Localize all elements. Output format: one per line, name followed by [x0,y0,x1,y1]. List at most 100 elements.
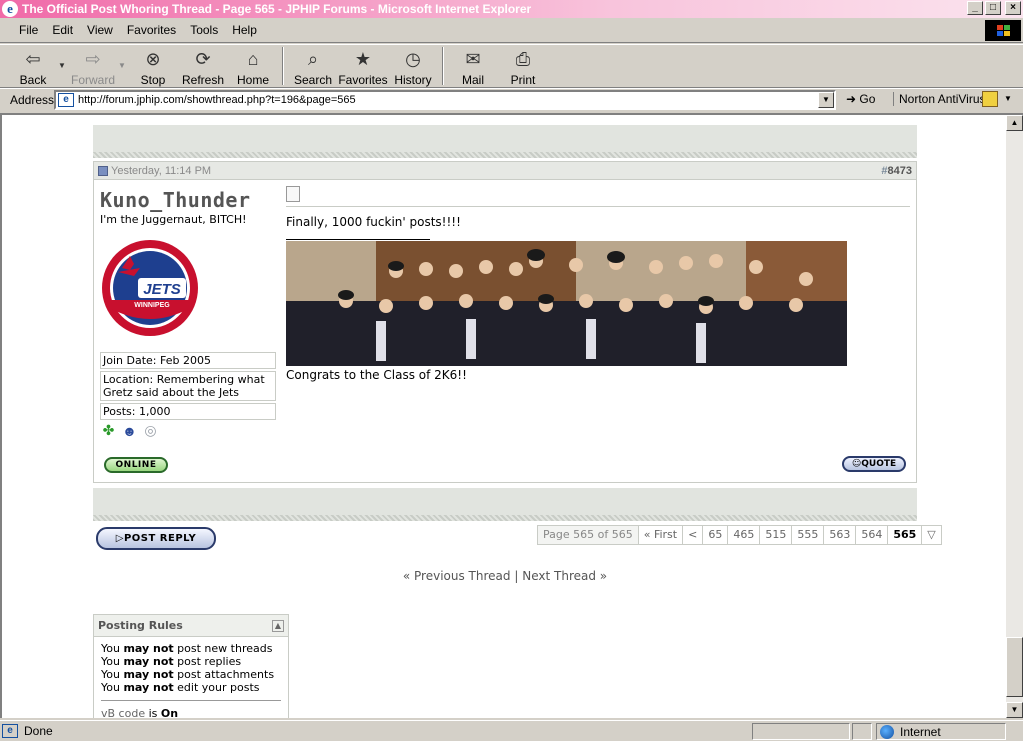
post-count: Posts: 1,000 [100,403,276,420]
printer-icon: ⎙ [515,48,531,69]
posting-rule: You may not edit your posts [101,681,260,694]
thread-navigation: « Previous Thread | Next Thread » [2,569,1006,583]
page-menu-dropdown-icon[interactable]: ▽ [922,526,940,544]
address-dropdown-icon[interactable]: ▼ [818,92,834,108]
clover-icon: ✤ [102,422,115,438]
reply-arrow-icon: ▷ [115,533,124,544]
history-button[interactable]: ◷ History [388,45,438,88]
menu-edit[interactable]: Edit [45,23,80,37]
forward-button[interactable]: ⇨ Forward [68,45,118,88]
page-first-link[interactable]: « First [639,526,684,544]
menu-help[interactable]: Help [225,23,264,37]
post-date: Yesterday, 11:14 PM [111,164,212,177]
posting-rules-box: Posting Rules ▲ You may not post new thr… [93,614,289,718]
page-link[interactable]: 65 [703,526,729,544]
user-title: I'm the Juggernaut, BITCH! [100,213,247,226]
page-link[interactable]: 555 [792,526,825,544]
back-button[interactable]: ⇦ Back [8,45,58,88]
zone-label: Internet [900,724,941,739]
group-photo-graphic [286,241,847,366]
post-status-icon [98,165,108,176]
address-input[interactable]: e http://forum.jphip.com/showthread.php?… [54,90,836,110]
address-bar: Address e http://forum.jphip.com/showthr… [0,88,1023,110]
signature-divider [286,239,430,240]
forward-dropdown-icon[interactable]: ▼ [118,45,128,70]
posting-rule: You may not post new threads [101,642,273,655]
scrollbar-thumb[interactable] [1006,637,1023,697]
norton-antivirus-label[interactable]: Norton AntiVirus [893,92,986,106]
window-title: The Official Post Whoring Thread - Page … [22,2,532,16]
page-link[interactable]: 563 [824,526,857,544]
post-message: Finally, 1000 fuckin' posts!!!! [286,215,461,229]
forum-post: Yesterday, 11:14 PM #8473 Kuno_Thunder I… [93,161,917,483]
maximize-button[interactable]: □ [985,1,1001,15]
post-reply-button[interactable]: ▷POST REPLY [96,527,216,550]
menu-view[interactable]: View [80,23,120,37]
thread-nav-separator: | [514,569,519,583]
status-bar: e Done Internet [0,720,1023,741]
quote-icon: ☺ [851,459,862,469]
stop-icon: ⊗ [145,48,161,69]
status-text: Done [24,724,53,738]
vertical-scrollbar[interactable]: ▲ ▼ [1006,113,1023,718]
page-content[interactable]: Yesterday, 11:14 PM #8473 Kuno_Thunder I… [0,113,1006,718]
menu-tools[interactable]: Tools [183,23,225,37]
post-body: Finally, 1000 fuckin' posts!!!! Congrats… [286,186,910,382]
favorites-button[interactable]: ★ Favorites [338,45,388,88]
reputation-icon: ◎ [144,422,157,438]
mail-icon: ✉ [465,48,481,69]
norton-dropdown-icon[interactable]: ▼ [1004,94,1012,103]
user-icons: ✤ ☻ ◎ [100,422,159,439]
previous-thread-link[interactable]: « Previous Thread [403,569,511,583]
refresh-button[interactable]: ⟳ Refresh [178,45,228,88]
toolbar-separator [282,47,284,85]
collapse-icon[interactable]: ▲ [272,619,284,632]
toolbar: ⇦ Back ▼ ⇨ Forward ▼ ⊗ Stop ⟳ Refresh ⌂ … [0,44,1023,88]
page-link[interactable]: 564 [856,526,889,544]
back-arrow-icon: ⇦ [25,48,41,69]
page-navigation: Page 565 of 565 « First < 65 465 515 555… [537,525,942,545]
status-pane [752,723,850,740]
go-arrow-icon: ➜ [846,92,860,106]
search-button[interactable]: ⌕ Search [288,45,338,88]
vb-code-status: vB code is On [101,707,179,718]
username[interactable]: Kuno_Thunder [100,188,276,212]
menu-favorites[interactable]: Favorites [120,23,183,37]
page-count-label: Page 565 of 565 [538,526,639,544]
page-link[interactable]: 515 [760,526,793,544]
norton-icon[interactable] [982,91,998,107]
back-dropdown-icon[interactable]: ▼ [58,45,68,70]
window-controls: _ □ × [967,1,1021,15]
mail-button[interactable]: ✉ Mail [448,45,498,88]
ie-icon: e [2,1,18,17]
posting-rules-divider [101,700,281,701]
toolbar-separator [442,47,444,85]
page-icon: e [58,93,74,107]
post-header: Yesterday, 11:14 PM #8473 [94,162,916,180]
go-button[interactable]: ➜ Go [846,92,875,106]
stop-button[interactable]: ⊗ Stop [128,45,178,88]
search-icon: ⌕ [307,48,319,69]
next-thread-link[interactable]: Next Thread » [522,569,607,583]
minimize-button[interactable]: _ [967,1,983,15]
vb-code-link[interactable]: vB code [101,707,145,718]
page-link[interactable]: 465 [728,526,761,544]
internet-globe-icon [880,724,894,739]
history-icon: ◷ [405,48,421,69]
page-prev-link[interactable]: < [683,526,704,544]
posting-rules-list: You may not post new threads You may not… [94,637,288,694]
page-current: 565 [888,526,923,544]
address-url[interactable]: http://forum.jphip.com/showthread.php?t=… [78,94,356,106]
post-number[interactable]: #8473 [881,165,912,177]
quote-button[interactable]: ☺QUOTE [842,456,906,472]
close-button[interactable]: × [1005,1,1021,15]
home-button[interactable]: ⌂ Home [228,45,278,88]
user-info: Kuno_Thunder I'm the Juggernaut, BITCH! … [100,188,276,439]
title-bar: e The Official Post Whoring Thread - Pag… [0,0,1023,18]
posting-rule: You may not post replies [101,655,242,668]
menu-file[interactable]: File [12,23,45,37]
forward-arrow-icon: ⇨ [85,48,101,69]
scroll-up-icon[interactable]: ▲ [1006,115,1023,131]
scroll-down-icon[interactable]: ▼ [1006,702,1023,718]
print-button[interactable]: ⎙ Print [498,45,548,88]
